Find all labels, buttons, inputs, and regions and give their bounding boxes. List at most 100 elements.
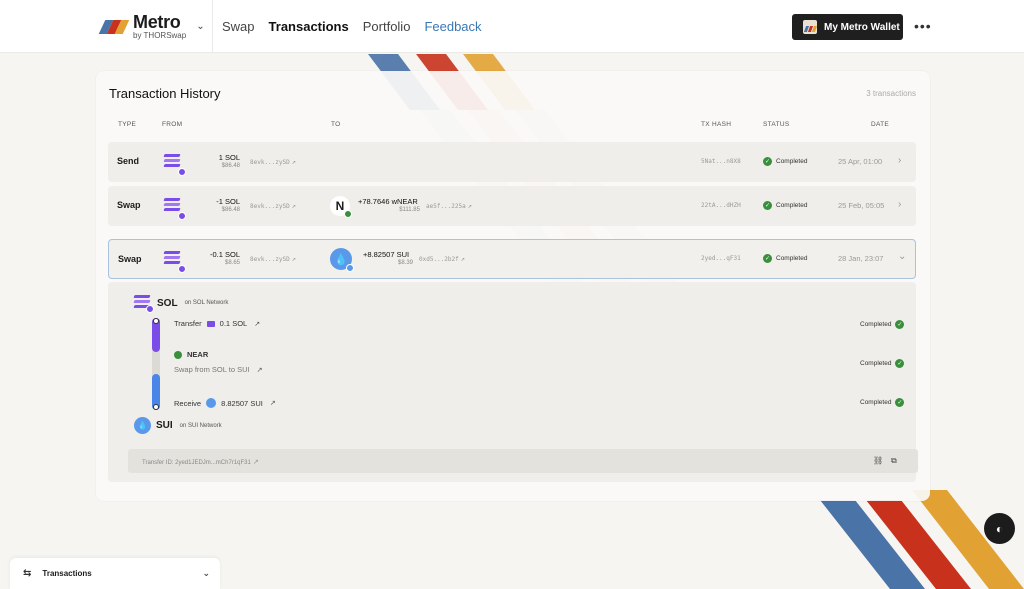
transactions-panel-label: Transactions <box>42 569 92 578</box>
step-status: Completed ✓ <box>860 320 905 329</box>
table-row[interactable]: Send 1 SOL $86.48 8evk...zySD ↗ 5Nat...n8… <box>108 142 916 182</box>
to-usd: $111.85 <box>399 207 420 213</box>
chevron-down-icon[interactable]: ⌄ <box>202 568 210 579</box>
nav-portfolio[interactable]: Portfolio <box>363 19 411 34</box>
external-link-icon[interactable]: ↗ <box>292 158 296 166</box>
top-bar: Metro by THORSwap ⌄ Swap Transactions Po… <box>0 0 1024 53</box>
nav-transactions[interactable]: Transactions <box>269 19 349 34</box>
to-address[interactable]: ae5f...225a ↗ <box>426 202 472 210</box>
external-link-icon[interactable]: ↗ <box>292 202 296 210</box>
header-status: STATUS <box>763 121 790 128</box>
row-type: Send <box>117 156 140 166</box>
copy-icon[interactable]: ⧉ <box>891 456 897 466</box>
link-icon[interactable]: ⛓ <box>873 456 883 465</box>
main-nav: Swap Transactions Portfolio Feedback <box>222 19 496 34</box>
chevron-right-icon[interactable]: › <box>898 155 901 166</box>
step-status: Completed ✓ <box>860 398 905 407</box>
pill-icon: ◐ <box>995 521 1004 536</box>
sui-token-icon <box>206 398 217 408</box>
header-to: TO <box>331 121 341 128</box>
from-usd: $86.48 <box>221 163 240 169</box>
tx-hash[interactable]: 2yed...qF31 <box>701 255 741 262</box>
brand-title: Metro <box>133 11 181 32</box>
external-link-icon[interactable]: ↗ <box>292 255 296 263</box>
sol-token-icon <box>133 295 154 313</box>
destination-network-sub: on SUI Network <box>179 422 222 429</box>
metro-logo-icon <box>98 18 130 34</box>
brand-subtitle: by THORSwap <box>133 30 187 40</box>
external-link-icon[interactable]: ↗ <box>254 320 260 328</box>
tx-hash[interactable]: 22tA...dHZH <box>701 202 741 209</box>
row-date: 25 Apr, 01:00 <box>838 157 883 166</box>
chevron-down-icon[interactable]: ⌄ <box>898 251 906 262</box>
from-address[interactable]: 8evk...zySD ↗ <box>250 202 296 210</box>
table-row-expanded[interactable]: Swap -0.1 SOL $8.65 8evk...zySD ↗ 💧 +8.82… <box>108 239 916 279</box>
wnear-token-icon: N <box>330 196 352 218</box>
destination-network: 💧 SUI on SUI Network <box>134 417 222 434</box>
step-receive: Receive 8.82507 SUI ↗ <box>174 398 276 408</box>
sui-token-icon: 💧 <box>330 248 354 272</box>
wallet-button-label: My Metro Wallet <box>824 21 900 33</box>
header-type: TYPE <box>118 121 137 128</box>
transaction-count: 3 transactions <box>866 89 916 98</box>
progress-track <box>152 318 160 410</box>
transfer-id-bar: Transfer ID: 2yed1JEDJm...mCh7r1qF31 ↗ ⛓ … <box>128 449 918 473</box>
nav-swap[interactable]: Swap <box>222 19 255 34</box>
source-network: SOL on SOL Network <box>133 295 229 313</box>
step-near: NEAR <box>174 350 208 359</box>
table-row[interactable]: Swap -1 SOL $86.48 8evk...zySD ↗ N +78.76… <box>108 186 916 226</box>
floating-action-button[interactable]: ◐ <box>984 513 1015 544</box>
check-icon: ✓ <box>763 157 772 166</box>
wallet-icon <box>803 20 817 34</box>
header-from: FROM <box>162 121 183 128</box>
check-icon: ✓ <box>895 398 905 407</box>
source-network-sub: on SOL Network <box>184 300 229 306</box>
check-icon: ✓ <box>895 359 905 368</box>
chevron-down-icon[interactable]: ⌄ <box>196 21 204 32</box>
row-date: 25 Feb, 05:05 <box>838 201 885 210</box>
from-amount: 1 SOL <box>218 153 240 162</box>
external-link-icon[interactable]: ↗ <box>468 202 472 210</box>
from-address[interactable]: 8evk...zySD ↗ <box>250 255 296 263</box>
transaction-detail: SOL on SOL Network Transfer 0.1 SOL ↗ Co… <box>108 282 918 482</box>
check-icon: ✓ <box>763 201 772 210</box>
more-options-icon[interactable]: ••• <box>914 18 932 34</box>
from-usd: $86.48 <box>221 207 240 213</box>
transfer-id[interactable]: Transfer ID: 2yed1JEDJm...mCh7r1qF31 <box>142 460 251 466</box>
sui-token-icon: 💧 <box>134 417 151 434</box>
status-badge: ✓ Completed <box>763 157 808 166</box>
source-network-name: SOL <box>157 297 178 309</box>
page-title: Transaction History <box>109 86 221 101</box>
wallet-button[interactable]: My Metro Wallet <box>792 14 903 40</box>
sol-token-icon <box>206 320 215 327</box>
header-date: DATE <box>871 121 890 128</box>
from-amount: -1 SOL <box>216 197 240 206</box>
from-address[interactable]: 8evk...zySD ↗ <box>250 158 296 166</box>
from-usd: $8.65 <box>224 260 240 266</box>
brand-logo[interactable]: Metro by THORSwap ⌄ <box>0 0 213 53</box>
status-badge: ✓ Completed <box>763 201 808 210</box>
row-type: Swap <box>117 200 141 210</box>
swap-arrows-icon: ⇆ <box>23 568 32 579</box>
tx-hash[interactable]: 5Nat...n8X8 <box>701 158 741 165</box>
chevron-right-icon[interactable]: › <box>898 199 901 210</box>
external-link-icon[interactable]: ↗ <box>461 255 465 263</box>
from-amount: -0.1 SOL <box>209 250 240 259</box>
nav-feedback[interactable]: Feedback <box>424 19 481 34</box>
step-transfer: Transfer 0.1 SOL ↗ <box>174 319 261 328</box>
transaction-history-card: Transaction History 3 transactions TYPE … <box>96 71 930 501</box>
external-link-icon[interactable]: ↗ <box>253 459 259 466</box>
header-tx-hash: TX HASH <box>701 121 732 128</box>
to-usd: $8.39 <box>397 260 413 266</box>
row-type: Swap <box>118 254 142 264</box>
to-address[interactable]: 0xd5...2b2f ↗ <box>419 255 465 263</box>
check-icon: ✓ <box>895 320 905 329</box>
transactions-panel[interactable]: ⇆ Transactions ⌄ <box>10 558 220 589</box>
check-icon: ✓ <box>763 254 772 263</box>
external-link-icon[interactable]: ↗ <box>257 366 263 374</box>
status-badge: ✓ Completed <box>763 254 808 263</box>
external-link-icon[interactable]: ↗ <box>270 399 276 407</box>
step-status: Completed ✓ <box>860 359 905 368</box>
near-icon <box>174 350 182 359</box>
step-near-sub: Swap from SOL to SUI ↗ <box>174 365 263 374</box>
